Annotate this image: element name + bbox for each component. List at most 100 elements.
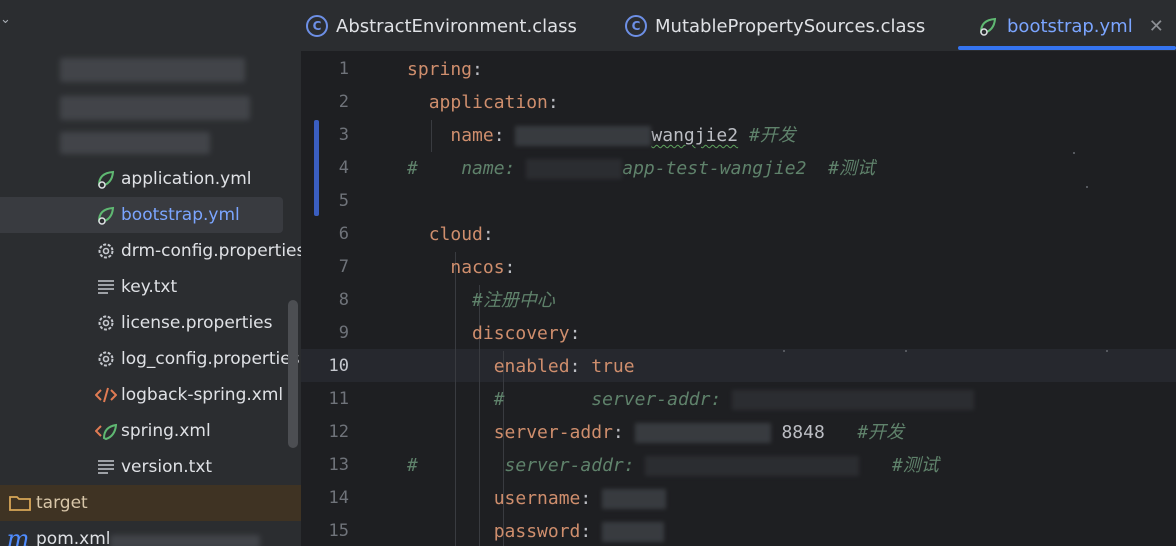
- redacted-value: [645, 456, 860, 476]
- class-icon: C: [306, 15, 328, 37]
- code-line-8: #注册中心: [407, 284, 555, 317]
- redacted-value: [732, 390, 975, 410]
- yaml-comment: server-addr:: [504, 455, 635, 476]
- text-file-icon: [94, 275, 118, 299]
- yaml-key: discovery: [472, 323, 570, 344]
- yaml-value: 8848: [781, 422, 825, 443]
- project-panel: ⌄ application.yml bootstrap.yml drm-conf…: [0, 0, 301, 546]
- code-line-14: username:: [407, 482, 667, 515]
- tree-item-drm-config-properties[interactable]: drm-config.properties: [0, 233, 301, 269]
- line-number: 2: [338, 92, 349, 112]
- yaml-comment: server-addr:: [591, 389, 722, 410]
- tree-item-label: license.properties: [121, 313, 273, 333]
- tree-item-target-folder[interactable]: target: [0, 485, 301, 521]
- yaml-key: enabled: [493, 356, 570, 377]
- yaml-comment: #注册中心: [472, 290, 555, 311]
- tree-item-spring-xml[interactable]: spring.xml: [0, 413, 301, 449]
- spring-yaml-icon: [94, 167, 118, 191]
- code-editor[interactable]: 1 2 3 4 5 6 7 8 9 10 11 12 13 14 15 spri…: [301, 52, 1176, 546]
- redacted-tree-item: [60, 96, 250, 120]
- tree-item-label: spring.xml: [121, 421, 211, 441]
- yaml-comment: #测试: [891, 455, 939, 476]
- tree-item-application-yml[interactable]: application.yml: [0, 161, 301, 197]
- whitespace-marker: [1086, 186, 1088, 188]
- line-number: 8: [338, 290, 349, 310]
- redacted-tree-item: [60, 132, 210, 154]
- line-number-current: 10: [328, 356, 349, 376]
- comment-hash: #: [493, 389, 505, 410]
- tab-mutable-property-sources[interactable]: C MutablePropertySources.class: [625, 0, 925, 52]
- code-line-7: nacos:: [407, 251, 515, 284]
- redacted-text: [110, 535, 260, 546]
- code-line-10: enabled: true: [407, 350, 635, 383]
- tab-bootstrap-yml[interactable]: bootstrap.yml ✕: [977, 0, 1164, 52]
- yaml-colon: :: [580, 488, 592, 509]
- spring-yaml-icon: [977, 15, 999, 37]
- yaml-comment: #开发: [748, 125, 796, 146]
- tab-label: MutablePropertySources.class: [655, 15, 926, 37]
- redacted-value: [526, 159, 623, 179]
- code-line-3: name: wangjie2 #开发: [407, 119, 796, 152]
- yaml-key: server-addr: [493, 422, 613, 443]
- code-line-13: # server-addr: #测试: [407, 449, 939, 482]
- tree-item-version-txt[interactable]: version.txt: [0, 449, 301, 485]
- yaml-colon: :: [472, 59, 483, 80]
- vcs-change-marker[interactable]: [314, 120, 319, 216]
- line-number: 4: [338, 158, 349, 178]
- yaml-key: name: [450, 125, 494, 146]
- yaml-value: wangjie2: [651, 125, 739, 146]
- code-line-2: application:: [407, 86, 559, 119]
- tree-item-label: logback-spring.xml: [121, 385, 284, 405]
- tree-item-logback-spring-xml[interactable]: logback-spring.xml: [0, 377, 301, 413]
- tab-abstract-environment[interactable]: C AbstractEnvironment.class: [306, 0, 577, 52]
- close-icon[interactable]: ✕: [1149, 16, 1164, 37]
- line-number: 13: [328, 455, 349, 475]
- yaml-key: spring: [407, 59, 473, 80]
- yaml-colon: :: [482, 224, 494, 245]
- redacted-value: [515, 126, 652, 146]
- code-line-11: # server-addr:: [407, 383, 975, 416]
- line-number: 5: [338, 191, 349, 211]
- code-line-6: cloud:: [407, 218, 494, 251]
- tree-item-label: target: [36, 493, 88, 513]
- tree-item-bootstrap-yml[interactable]: bootstrap.yml: [0, 197, 283, 233]
- active-tab-indicator: [958, 46, 1176, 50]
- whitespace-marker: [905, 350, 907, 352]
- gear-icon: [94, 347, 118, 371]
- line-number: 14: [328, 488, 349, 508]
- tab-label: bootstrap.yml: [1007, 15, 1133, 37]
- gear-icon: [94, 311, 118, 335]
- editor-tab-bar: C AbstractEnvironment.class C MutablePro…: [301, 0, 1176, 52]
- spring-xml-icon: [94, 419, 118, 443]
- comment-hash: #: [407, 455, 418, 476]
- tree-item-label: log_config.properties: [121, 349, 300, 369]
- sidebar-scrollbar[interactable]: [288, 300, 298, 448]
- gear-icon: [94, 239, 118, 263]
- tree-item-pom-xml[interactable]: m pom.xml: [0, 521, 301, 546]
- whitespace-marker: [1106, 350, 1108, 352]
- yaml-colon: :: [569, 356, 581, 377]
- tree-item-label: bootstrap.yml: [121, 205, 240, 225]
- yaml-key: application: [428, 92, 548, 113]
- line-number-gutter: 1 2 3 4 5 6 7 8 9 10 11 12 13 14 15: [301, 52, 381, 546]
- spring-yaml-icon: [94, 203, 118, 227]
- maven-icon: m: [6, 525, 30, 546]
- tree-item-license-properties[interactable]: license.properties: [0, 305, 301, 341]
- line-number: 7: [338, 257, 349, 277]
- tree-item-label: version.txt: [121, 457, 213, 477]
- redacted-tree-item: [60, 58, 245, 82]
- yaml-comment: #测试: [828, 158, 875, 179]
- chevron-down-icon[interactable]: ⌄: [0, 12, 11, 27]
- tree-item-key-txt[interactable]: key.txt: [0, 269, 301, 305]
- yaml-comment: name:: [461, 158, 516, 179]
- yaml-key: password: [493, 521, 581, 542]
- tree-item-label: drm-config.properties: [121, 241, 301, 261]
- tree-item-log-config-properties[interactable]: log_config.properties: [0, 341, 301, 377]
- tab-label: AbstractEnvironment.class: [336, 15, 577, 37]
- yaml-colon: :: [504, 257, 516, 278]
- line-number: 11: [328, 389, 349, 409]
- whitespace-marker: [783, 350, 785, 352]
- code-line-4: # name: app-test-wangjie2 #测试: [407, 152, 875, 185]
- text-file-icon: [94, 455, 118, 479]
- line-number: 1: [338, 59, 349, 79]
